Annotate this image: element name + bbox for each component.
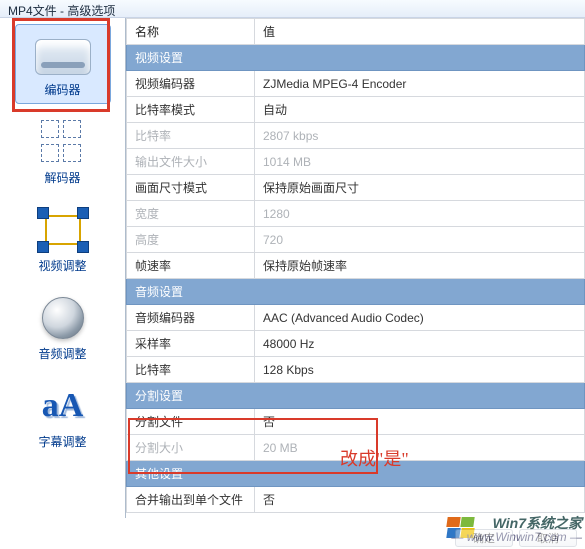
table-row: 高度720 [127,227,585,253]
sidebar-item-video-adjust[interactable]: 视频调整 [15,200,111,280]
table-row[interactable]: 合并输出到单个文件否 [127,487,585,513]
property-value[interactable]: 48000 Hz [255,331,585,357]
sidebar-item-encoder[interactable]: 编码器 [15,24,111,104]
table-row[interactable]: 视频编码器ZJMedia MPEG-4 Encoder [127,71,585,97]
property-value[interactable]: 否 [255,409,585,435]
column-header-value: 值 [255,19,585,45]
properties-table: 名称值视频设置视频编码器ZJMedia MPEG-4 Encoder比特率模式自… [126,18,585,513]
property-name: 画面尺寸模式 [127,175,255,201]
table-row: 名称值 [127,19,585,45]
property-name: 合并输出到单个文件 [127,487,255,513]
group-header: 视频设置 [127,45,585,71]
property-name: 比特率 [127,123,255,149]
speaker-icon [35,295,91,341]
properties-panel: 名称值视频设置视频编码器ZJMedia MPEG-4 Encoder比特率模式自… [126,18,585,518]
table-row[interactable]: 比特率128 Kbps [127,357,585,383]
sidebar-item-label: 字幕调整 [18,433,108,450]
property-value[interactable]: 自动 [255,97,585,123]
property-value[interactable]: 保持原始帧速率 [255,253,585,279]
sidebar-item-label: 视频调整 [18,257,108,274]
sidebar-item-audio-adjust[interactable]: 音频调整 [15,288,111,368]
property-name: 比特率模式 [127,97,255,123]
sidebar-item-label: 解码器 [18,169,108,186]
property-value: 720 [255,227,585,253]
ok-button[interactable]: 确定 [455,529,513,547]
property-value[interactable]: 128 Kbps [255,357,585,383]
cancel-button[interactable]: 取消 [519,529,577,547]
group-header: 音频设置 [127,279,585,305]
main-area: 编码器 解码器 视频调整 音频调整 aA 字幕调整 名称值视频设置视频编码器ZJ… [0,18,585,518]
property-name: 帧速率 [127,253,255,279]
group-title: 视频设置 [127,45,585,71]
sidebar-item-decoder[interactable]: 解码器 [15,112,111,192]
sidebar-item-label: 音频调整 [18,345,108,362]
sidebar-item-label: 编码器 [18,81,108,98]
dialog-buttons: 确定 取消 [455,529,577,547]
annotation-text: 改成"是" [340,445,409,471]
property-value: 2807 kbps [255,123,585,149]
sidebar: 编码器 解码器 视频调整 音频调整 aA 字幕调整 [0,18,126,518]
table-row[interactable]: 采样率48000 Hz [127,331,585,357]
property-value[interactable]: 保持原始画面尺寸 [255,175,585,201]
property-value: 20 MB [255,435,585,461]
encoder-icon [35,31,91,77]
table-row: 宽度1280 [127,201,585,227]
group-title: 音频设置 [127,279,585,305]
video-adjust-icon [35,207,91,253]
property-name: 采样率 [127,331,255,357]
watermark-title: Win7系统之家 [451,516,582,530]
group-header: 分割设置 [127,383,585,409]
property-name: 分割文件 [127,409,255,435]
property-name: 宽度 [127,201,255,227]
property-name: 输出文件大小 [127,149,255,175]
property-name: 分割大小 [127,435,255,461]
property-value: 1280 [255,201,585,227]
table-row[interactable]: 画面尺寸模式保持原始画面尺寸 [127,175,585,201]
decoder-icon [35,119,91,165]
property-value: 1014 MB [255,149,585,175]
sidebar-item-subtitle-adjust[interactable]: aA 字幕调整 [15,376,111,456]
table-row: 输出文件大小1014 MB [127,149,585,175]
property-value[interactable]: AAC (Advanced Audio Codec) [255,305,585,331]
property-name: 高度 [127,227,255,253]
font-icon: aA [35,383,91,429]
column-header-name: 名称 [127,19,255,45]
window-titlebar: MP4文件 - 高级选项 [0,0,585,18]
property-name: 比特率 [127,357,255,383]
property-value[interactable]: ZJMedia MPEG-4 Encoder [255,71,585,97]
table-row: 比特率2807 kbps [127,123,585,149]
table-row[interactable]: 比特率模式自动 [127,97,585,123]
property-name: 音频编码器 [127,305,255,331]
group-title: 分割设置 [127,383,585,409]
property-value[interactable]: 否 [255,487,585,513]
property-name: 视频编码器 [127,71,255,97]
table-row[interactable]: 分割文件否 [127,409,585,435]
table-row[interactable]: 音频编码器AAC (Advanced Audio Codec) [127,305,585,331]
table-row[interactable]: 帧速率保持原始帧速率 [127,253,585,279]
